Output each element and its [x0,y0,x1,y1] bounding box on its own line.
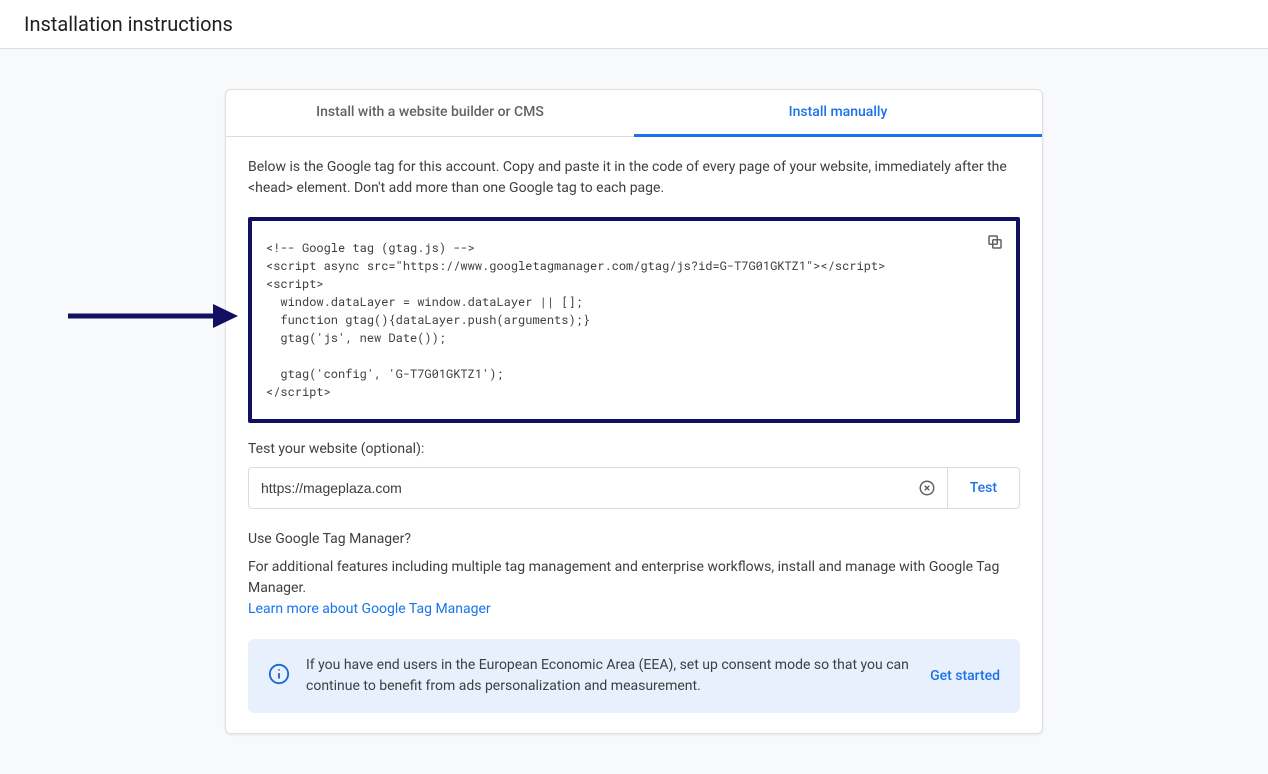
test-button[interactable]: Test [947,468,1019,508]
tab-website-builder[interactable]: Install with a website builder or CMS [226,90,634,136]
website-url-input[interactable] [259,468,917,508]
info-icon [268,663,290,689]
code-snippet-text: <!-- Google tag (gtag.js) --> <script as… [266,240,885,400]
test-row: Test [248,467,1020,509]
consent-banner: If you have end users in the European Ec… [248,639,1020,713]
test-input-wrap [249,468,947,508]
copy-icon[interactable] [986,233,1004,251]
get-started-button[interactable]: Get started [930,668,1000,684]
gtm-heading: Use Google Tag Manager? [248,531,1020,547]
description-text: Below is the Google tag for this account… [248,157,1020,199]
gtm-learn-more-link[interactable]: Learn more about Google Tag Manager [248,601,491,617]
gtm-body: For additional features including multip… [248,557,1020,599]
page-title: Installation instructions [24,12,1244,36]
banner-text: If you have end users in the European Ec… [306,655,914,697]
code-snippet-box: <!-- Google tag (gtag.js) --> <script as… [248,217,1020,423]
test-label: Test your website (optional): [248,441,1020,457]
tab-install-manually[interactable]: Install manually [634,90,1042,137]
install-card: Install with a website builder or CMS In… [225,89,1043,734]
page-header: Installation instructions [0,0,1268,49]
page-body: Install with a website builder or CMS In… [0,49,1268,774]
arrow-annotation-icon [68,301,238,331]
tabs: Install with a website builder or CMS In… [226,90,1042,137]
clear-input-icon[interactable] [917,478,937,498]
gtm-section: Use Google Tag Manager? For additional f… [248,531,1020,617]
tab-content: Below is the Google tag for this account… [226,137,1042,733]
